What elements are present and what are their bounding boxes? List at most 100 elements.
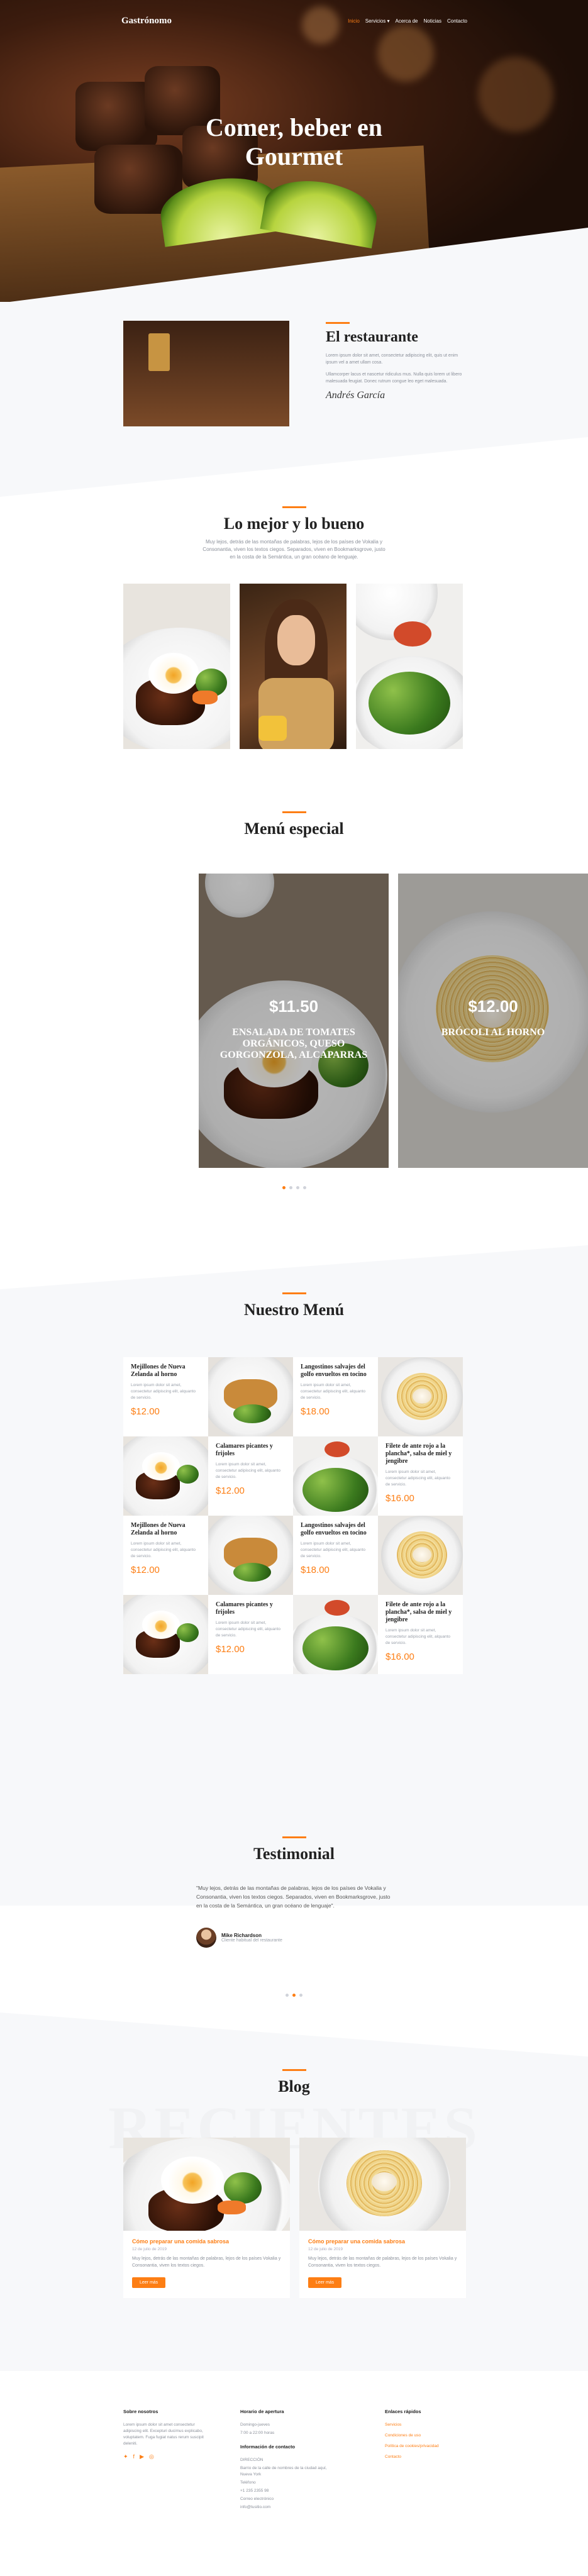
blog-post-title[interactable]: Cómo preparar una comida sabrosa <box>308 2238 457 2245</box>
special-title: Menú especial <box>244 819 344 838</box>
menu-item[interactable]: Langostinos salvajes del golfo envueltos… <box>293 1516 378 1595</box>
hero-section: Gastrónomo Inicio Servicios ▾ Acerca de … <box>0 0 588 302</box>
menu-item-price: $18.00 <box>301 1565 330 1575</box>
site-logo[interactable]: Gastrónomo <box>121 16 172 26</box>
twitter-icon[interactable]: ✦ <box>123 2453 128 2460</box>
hours-days: Domingo-jueves <box>240 2423 270 2427</box>
menu-item[interactable]: Mejillones de Nueva Zelanda al horno Lor… <box>123 1516 208 1595</box>
menu-item-name: Mejillones de Nueva Zelanda al horno <box>131 1522 186 1536</box>
blog-card[interactable]: Cómo preparar una comida sabrosa 12 de j… <box>123 2138 290 2298</box>
carousel-dot[interactable] <box>289 1186 292 1189</box>
footer-link[interactable]: Política de cookies/privacidad <box>385 2443 467 2450</box>
carousel-dot[interactable] <box>286 1994 289 1997</box>
menu-item[interactable]: Calamares picantes y frijoles Lorem ipsu… <box>208 1436 293 1516</box>
special-carousel[interactable]: $11.50 ENSALADA DE TOMATES ORGÁNICOS, QU… <box>199 874 588 1168</box>
menu-item-price: $16.00 <box>386 1493 414 1504</box>
facebook-icon[interactable]: f <box>133 2453 135 2460</box>
nav-item-contacto[interactable]: Contacto <box>447 18 467 24</box>
bokeh-light <box>377 25 434 82</box>
address: Barrio de la calle de nombres de la ciud… <box>240 2466 327 2477</box>
menu-item-price: $12.00 <box>131 1565 160 1575</box>
footer-link[interactable]: Contacto <box>385 2454 467 2460</box>
about-text: El restaurante Lorem ipsum dolor sit ame… <box>326 322 470 401</box>
menu-item-image <box>123 1436 208 1516</box>
instagram-icon[interactable]: ◎ <box>149 2453 154 2460</box>
nav-item-noticias[interactable]: Noticias <box>424 18 441 24</box>
menu-item-desc: Lorem ipsum dolor sit amet, consectetur … <box>131 1383 196 1400</box>
salad <box>302 1626 369 1670</box>
gallery-photo-salad <box>356 584 463 749</box>
carousel-dot[interactable] <box>292 1994 296 1997</box>
face <box>277 615 315 665</box>
egg <box>148 653 199 694</box>
hours-time: 7:00 a 22:00 horas <box>240 2431 275 2435</box>
about-title: El restaurante <box>326 329 418 345</box>
special-header: Menú especial <box>0 811 588 838</box>
read-more-button[interactable]: Leer más <box>308 2277 342 2288</box>
menu-item[interactable]: Filete de ante rojo a la plancha*, salsa… <box>378 1595 463 1674</box>
footer-heading: Información de contacto <box>240 2444 296 2450</box>
special-slide[interactable]: $11.50 ENSALADA DE TOMATES ORGÁNICOS, QU… <box>199 874 389 1168</box>
about-paragraph: Lorem ipsum dolor sit amet, consectetur … <box>326 353 458 365</box>
slide-price: $12.00 <box>468 997 518 1016</box>
hero-title-line1: Comer, beber en <box>205 113 383 142</box>
menu-item-price: $12.00 <box>131 1406 160 1417</box>
email[interactable]: info@tusitio.com <box>240 2504 328 2511</box>
lime-slice <box>123 390 167 412</box>
phone: +1 235 2355 98 <box>240 2489 269 2493</box>
blog-card[interactable]: Cómo preparar una comida sabrosa 12 de j… <box>299 2138 466 2298</box>
greens <box>224 2172 262 2204</box>
nav-item-acerca[interactable]: Acerca de <box>395 18 418 24</box>
egg <box>161 2157 224 2204</box>
about-section: El restaurante Lorem ipsum dolor sit ame… <box>0 302 588 497</box>
menu-item-name: Filete de ante rojo a la plancha*, salsa… <box>386 1443 452 1465</box>
read-more-button[interactable]: Leer más <box>132 2277 166 2288</box>
carrot <box>218 2201 246 2214</box>
hero-title: Comer, beber en Gourmet <box>0 113 588 171</box>
menu-grid: Mejillones de Nueva Zelanda al horno Lor… <box>123 1357 464 1674</box>
nav-item-inicio[interactable]: Inicio <box>348 18 360 24</box>
carousel-dot[interactable] <box>296 1186 299 1189</box>
footer-link[interactable]: Servicios <box>385 2422 467 2428</box>
greens <box>233 1563 271 1582</box>
slide-price: $11.50 <box>269 997 319 1016</box>
special-slide[interactable]: $12.00 BRÓCOLI AL HORNO <box>398 874 588 1168</box>
menu-item-name: Calamares picantes y frijoles <box>216 1601 273 1616</box>
blog-post-excerpt: Muy lejos, detrás de las montañas de pal… <box>308 2257 457 2268</box>
menu-item[interactable]: Filete de ante rojo a la plancha*, salsa… <box>378 1436 463 1516</box>
restaurant-image <box>123 321 289 426</box>
carousel-dot[interactable] <box>302 1186 306 1189</box>
nav-item-servicios[interactable]: Servicios ▾ <box>365 18 390 24</box>
testimonial-dots <box>0 1994 588 1997</box>
nav-menu: Inicio Servicios ▾ Acerca de Noticias Co… <box>348 18 467 24</box>
beer-glass <box>148 333 170 371</box>
carrot <box>192 691 218 704</box>
blog-post-excerpt: Muy lejos, detrás de las montañas de pal… <box>132 2257 281 2268</box>
best-gallery <box>123 584 463 749</box>
menu-item-image <box>293 1595 378 1674</box>
menu-item-desc: Lorem ipsum dolor sit amet, consectetur … <box>301 1383 365 1400</box>
egg <box>142 1611 180 1639</box>
social-links: ✦ f ▶ ◎ <box>123 2453 211 2460</box>
carousel-dot[interactable] <box>282 1186 286 1189</box>
menu-item-price: $18.00 <box>301 1406 330 1417</box>
menu-header: Nuestro Menú <box>0 1292 588 1319</box>
footer-heading: Sobre nosotros <box>123 2409 158 2414</box>
menu-item-image <box>123 1595 208 1674</box>
site-footer: Sobre nosotros Lorem ipsum dolor sit ame… <box>0 2371 588 2576</box>
menu-item[interactable]: Langostinos salvajes del golfo envueltos… <box>293 1357 378 1436</box>
menu-item[interactable]: Calamares picantes y frijoles Lorem ipsu… <box>208 1595 293 1674</box>
greens <box>177 1623 199 1642</box>
menu-item-name: Mejillones de Nueva Zelanda al horno <box>131 1363 186 1378</box>
burrata <box>413 1389 431 1404</box>
footer-link[interactable]: Condiciones de uso <box>385 2433 467 2439</box>
tomato <box>394 621 431 647</box>
blog-post-title[interactable]: Cómo preparar una comida sabrosa <box>132 2238 281 2245</box>
author-name: Mike Richardson <box>221 1933 262 1938</box>
blog-header: Blog <box>0 2069 588 2096</box>
menu-item-price: $16.00 <box>386 1652 414 1662</box>
youtube-icon[interactable]: ▶ <box>140 2453 144 2460</box>
menu-item[interactable]: Mejillones de Nueva Zelanda al horno Lor… <box>123 1357 208 1436</box>
carousel-dot[interactable] <box>299 1994 302 1997</box>
lime-slice <box>123 412 161 426</box>
